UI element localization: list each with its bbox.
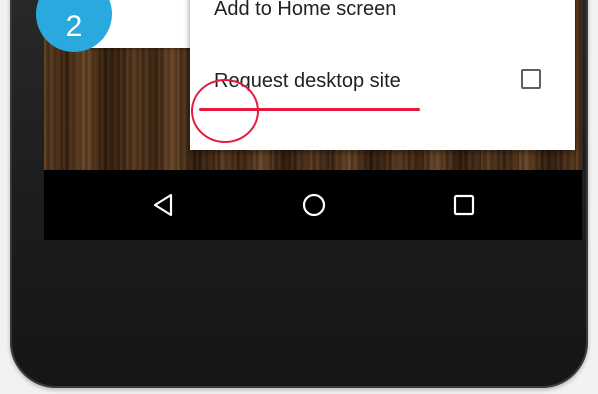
recents-button[interactable] [444, 186, 484, 224]
menu-item-add-to-home-screen[interactable]: Add to Home screen [190, 0, 575, 40]
home-circle-icon [302, 193, 326, 217]
recents-square-icon [453, 194, 475, 216]
android-nav-bar [44, 170, 582, 240]
menu-item-label: Add to Home screen [214, 0, 397, 20]
phone-frame: Add to Home screen Request desktop site [10, 0, 588, 388]
annotation-underline [199, 108, 420, 111]
annotation-circle [191, 79, 259, 143]
back-triangle-icon [153, 193, 173, 217]
step-number: 2 [65, 10, 83, 43]
phone-screen: Add to Home screen Request desktop site [44, 0, 582, 240]
back-button[interactable] [143, 186, 183, 224]
request-desktop-site-checkbox[interactable] [521, 69, 541, 89]
home-button[interactable] [294, 186, 334, 224]
